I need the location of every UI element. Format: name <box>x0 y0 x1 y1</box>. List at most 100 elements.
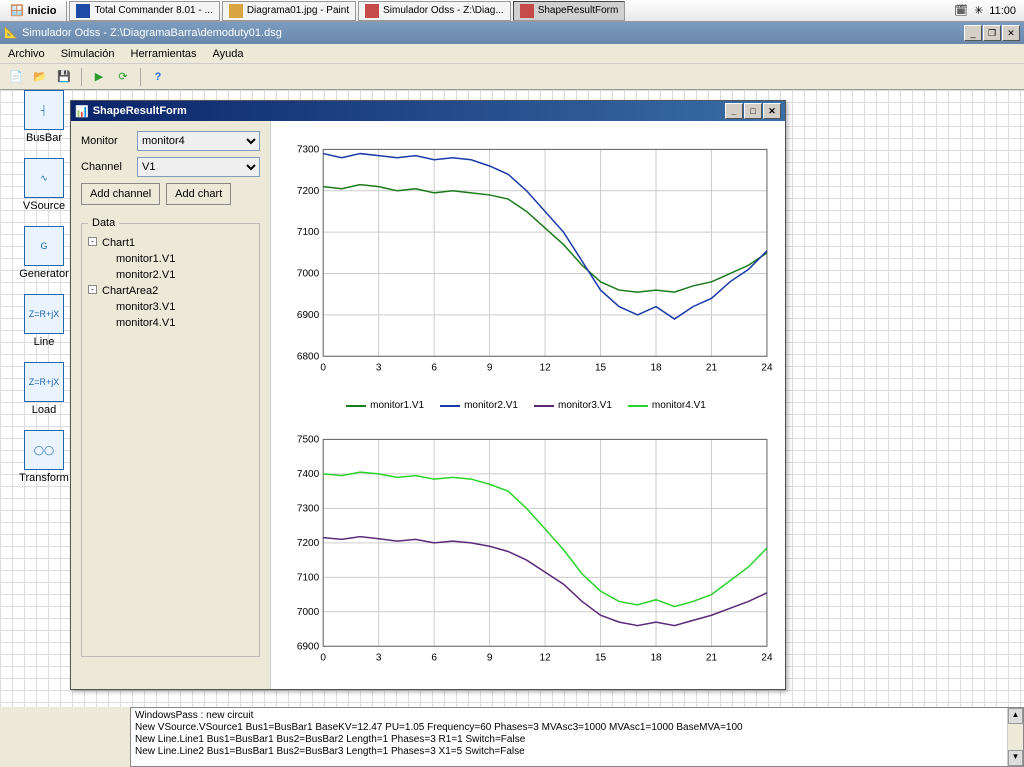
task-label: ShapeResultForm <box>538 5 619 16</box>
scroll-up-button[interactable]: ▲ <box>1008 708 1023 724</box>
palette-icon: Z=R+jX <box>24 294 64 334</box>
svg-text:7100: 7100 <box>297 227 320 238</box>
legend-label: monitor3.V1 <box>558 400 612 411</box>
open-button[interactable]: 📂 <box>30 67 50 87</box>
palette-item-load[interactable]: Z=R+jXLoad <box>18 362 70 416</box>
menu-item[interactable]: Archivo <box>8 48 45 60</box>
svg-text:7000: 7000 <box>297 269 320 280</box>
palette-item-transform[interactable]: ◯◯Transform <box>18 430 70 484</box>
tree-leaf[interactable]: monitor1.V1 <box>88 251 253 267</box>
svg-text:24: 24 <box>761 653 773 664</box>
restore-button[interactable]: ❐ <box>983 25 1001 41</box>
svg-text:18: 18 <box>650 653 662 664</box>
chart-top: 03691215182124680069007000710072007300 <box>275 125 777 395</box>
svg-text:21: 21 <box>706 653 718 664</box>
tray-icon[interactable]: ✳ <box>974 4 983 17</box>
svg-text:7400: 7400 <box>297 469 320 480</box>
task-label: Diagrama01.jpg - Paint <box>247 5 349 16</box>
add-chart-button[interactable]: Add chart <box>166 183 231 205</box>
task-label: Simulador Odss - Z:\Diag... <box>383 5 504 16</box>
menu-item[interactable]: Ayuda <box>213 48 244 60</box>
svg-text:21: 21 <box>706 362 718 373</box>
console-line: New Line.Line1 Bus1=BusBar1 Bus2=BusBar2… <box>135 734 1019 746</box>
dialog-titlebar[interactable]: 📊 ShapeResultForm _ □ ✕ <box>71 101 785 121</box>
svg-text:24: 24 <box>761 362 773 373</box>
tree-node[interactable]: -ChartArea2 <box>88 283 253 299</box>
tray-icon[interactable]: 🗓 <box>954 4 968 17</box>
console-line: New Line.Line2 Bus1=BusBar1 Bus2=BusBar3… <box>135 746 1019 758</box>
svg-text:15: 15 <box>595 653 607 664</box>
toolbar: 📄 📂 💾 ▶ ⟳ ? <box>0 64 1024 90</box>
main-window-titlebar: 📐 Simulador Odss - Z:\DiagramaBarra\demo… <box>0 22 1024 44</box>
data-tree[interactable]: -Chart1monitor1.V1monitor2.V1-ChartArea2… <box>88 235 253 331</box>
legend-swatch <box>534 405 554 407</box>
menu-item[interactable]: Herramientas <box>131 48 197 60</box>
add-channel-button[interactable]: Add channel <box>81 183 160 205</box>
run-button[interactable]: ▶ <box>89 67 109 87</box>
tree-expand-icon[interactable]: - <box>88 285 97 294</box>
menu-item[interactable]: Simulación <box>61 48 115 60</box>
output-console[interactable]: WindowsPass : new circuitNew VSource.VSo… <box>130 707 1024 767</box>
help-button[interactable]: ? <box>148 67 168 87</box>
start-label: Inicio <box>28 5 57 17</box>
palette-label: Line <box>18 336 70 348</box>
tree-leaf[interactable]: monitor2.V1 <box>88 267 253 283</box>
svg-text:9: 9 <box>487 362 493 373</box>
svg-text:6: 6 <box>431 653 437 664</box>
legend-swatch <box>440 405 460 407</box>
tree-node[interactable]: -Chart1 <box>88 235 253 251</box>
legend-swatch <box>628 405 648 407</box>
start-button[interactable]: 🪟 Inicio <box>0 1 67 21</box>
svg-text:0: 0 <box>320 362 326 373</box>
task-icon <box>365 4 379 18</box>
console-scrollbar[interactable]: ▲ ▼ <box>1007 708 1023 766</box>
windows-icon: 🪟 <box>10 4 24 17</box>
minimize-button[interactable]: _ <box>964 25 982 41</box>
dialog-maximize-button[interactable]: □ <box>744 103 762 119</box>
palette-item-generator[interactable]: GGenerator <box>18 226 70 280</box>
svg-text:7500: 7500 <box>297 435 320 446</box>
dialog-controls-panel: Monitor monitor4 Channel V1 Add channel … <box>71 121 271 689</box>
taskbar-item[interactable]: Simulador Odss - Z:\Diag... <box>358 1 511 21</box>
palette-item-vsource[interactable]: ∿ VSource <box>18 158 70 212</box>
palette-label: Transform <box>18 472 70 484</box>
refresh-button[interactable]: ⟳ <box>113 67 133 87</box>
palette-label: VSource <box>18 200 70 212</box>
svg-text:0: 0 <box>320 653 326 664</box>
data-legend: Data <box>88 217 119 229</box>
console-line: New VSource.VSource1 Bus1=BusBar1 BaseKV… <box>135 722 1019 734</box>
tree-leaf[interactable]: monitor4.V1 <box>88 315 253 331</box>
legend-item: monitor3.V1 <box>534 400 612 411</box>
chart-bottom: 0369121518212469007000710072007300740075… <box>275 415 777 685</box>
chart-panel: 03691215182124680069007000710072007300 m… <box>271 121 785 689</box>
palette-item-line[interactable]: Z=R+jX Line <box>18 294 70 348</box>
svg-text:15: 15 <box>595 362 607 373</box>
new-button[interactable]: 📄 <box>6 67 26 87</box>
taskbar-item[interactable]: Total Commander 8.01 - ... <box>69 1 219 21</box>
save-button[interactable]: 💾 <box>54 67 74 87</box>
svg-text:7300: 7300 <box>297 144 320 155</box>
system-taskbar: 🪟 Inicio Total Commander 8.01 - ... Diagr… <box>0 0 1024 22</box>
dialog-minimize-button[interactable]: _ <box>725 103 743 119</box>
app-icon: 📐 <box>4 26 18 40</box>
dialog-close-button[interactable]: ✕ <box>763 103 781 119</box>
taskbar-item[interactable]: ShapeResultForm <box>513 1 626 21</box>
system-tray: 🗓 ✳ 11:00 <box>954 4 1024 17</box>
scroll-down-button[interactable]: ▼ <box>1008 750 1023 766</box>
taskbar-item[interactable]: Diagrama01.jpg - Paint <box>222 1 356 21</box>
palette-item-busbar[interactable]: ┤BusBar <box>18 90 70 144</box>
channel-select[interactable]: V1 <box>137 157 260 177</box>
tree-leaf[interactable]: monitor3.V1 <box>88 299 253 315</box>
channel-label: Channel <box>81 161 131 173</box>
palette-icon: ∿ <box>24 158 64 198</box>
close-button[interactable]: ✕ <box>1002 25 1020 41</box>
dialog-title: ShapeResultForm <box>93 105 187 117</box>
legend-label: monitor2.V1 <box>464 400 518 411</box>
svg-text:7300: 7300 <box>297 504 320 515</box>
console-line: WindowsPass : new circuit <box>135 710 1019 722</box>
data-tree-panel: Data -Chart1monitor1.V1monitor2.V1-Chart… <box>81 217 260 657</box>
monitor-select[interactable]: monitor4 <box>137 131 260 151</box>
tree-expand-icon[interactable]: - <box>88 237 97 246</box>
svg-text:7100: 7100 <box>297 573 320 584</box>
svg-text:6: 6 <box>431 362 437 373</box>
